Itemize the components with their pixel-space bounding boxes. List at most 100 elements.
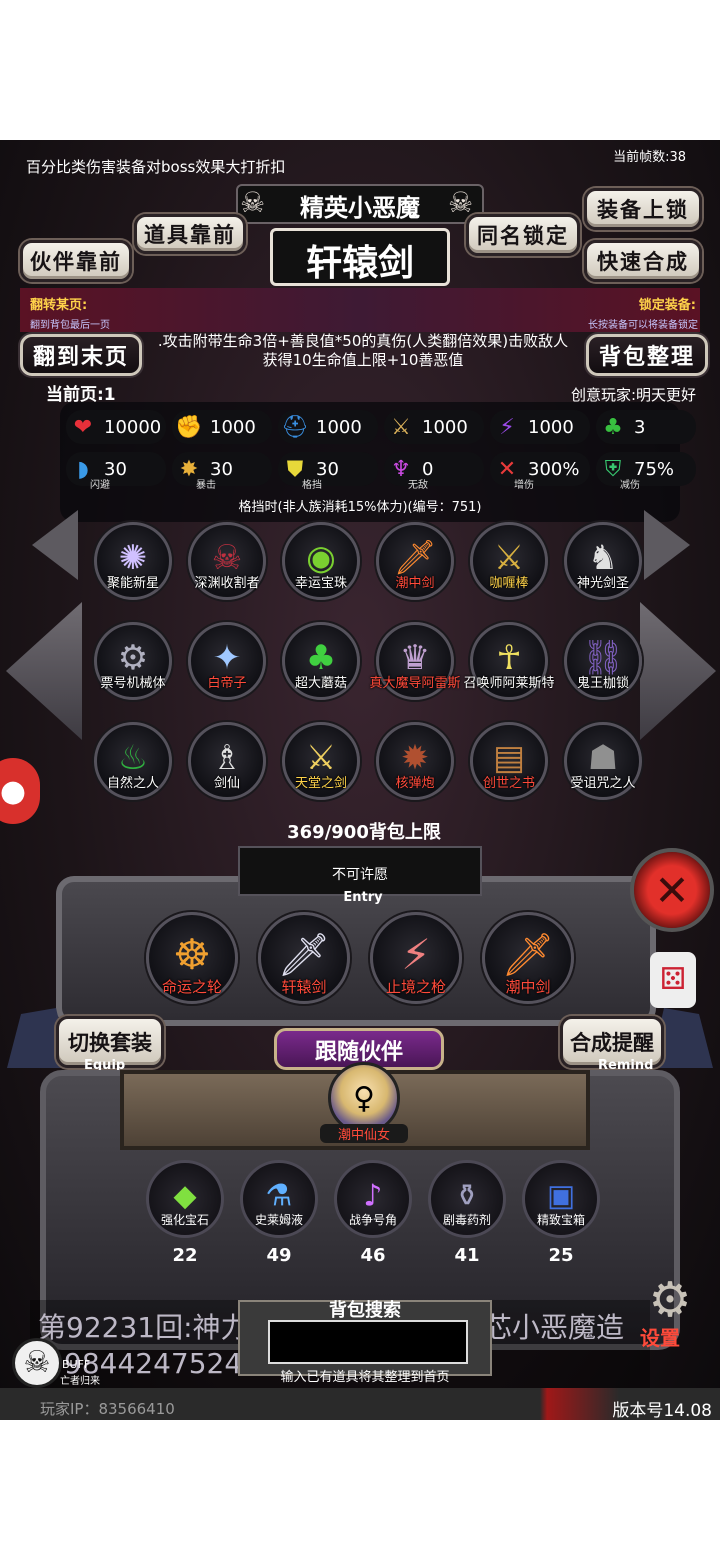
equipped-item[interactable]: ⚡ 止境之枪 — [370, 912, 462, 1004]
stat-sub-label: 闪避 — [90, 480, 110, 491]
gear-icon[interactable]: ⚙ — [640, 1272, 700, 1328]
dice-icon[interactable]: ⚄ — [650, 952, 696, 1008]
item-icon: ⚔ — [305, 738, 337, 779]
prev-small-arrow-icon[interactable] — [32, 510, 78, 580]
equipped-item[interactable]: ☸ 命运之轮 — [146, 912, 238, 1004]
stat-damage-up: ✕ 300% 增伤 — [490, 452, 590, 491]
buff-skull-icon[interactable]: ☠ — [12, 1338, 62, 1388]
stat-clover: ♣ 3 — [596, 410, 696, 444]
item-icon: ☠ — [211, 538, 243, 579]
equipped-item[interactable]: 🗡 潮中剑 — [482, 912, 574, 1004]
consumable-slot[interactable]: ⚗ 史莱姆液 49 — [240, 1160, 318, 1266]
grid-item[interactable]: ♗ 剑仙 — [188, 722, 266, 800]
item-icon: ▤ — [492, 738, 526, 779]
consumable-icon: ⚗ — [265, 1178, 293, 1214]
item-icon: ♨ — [117, 738, 149, 779]
close-button[interactable]: ✕ — [630, 848, 714, 932]
consumable-count: 49 — [266, 1245, 292, 1266]
consumable-count: 25 — [548, 1245, 574, 1266]
equip-lock-button[interactable]: 装备上锁 — [584, 188, 702, 230]
grid-item[interactable]: ✹ 核弹炮 — [376, 722, 454, 800]
stat-sub-label: 无敌 — [408, 480, 428, 491]
equipped-icon: 🗡 — [277, 929, 331, 979]
item-name: 轩辕剑 — [305, 243, 414, 284]
lock-title: 锁定装备: — [638, 298, 696, 313]
grid-item[interactable]: ♨ 自然之人 — [94, 722, 172, 800]
grid-item[interactable]: ◉ 幸运宝珠 — [282, 522, 360, 600]
stat-dodge: ◗ 30 闪避 — [66, 452, 166, 491]
grid-item[interactable]: ☗ 受诅咒之人 — [564, 722, 642, 800]
equipped-item[interactable]: 🗡 轩辕剑 — [258, 912, 350, 1004]
grid-item[interactable]: ♞ 神光剑圣 — [564, 522, 642, 600]
consumable-label: 战争号角 — [348, 1213, 397, 1227]
partner-front-button[interactable]: 伙伴靠前 — [20, 240, 132, 282]
grid-item[interactable]: ♣ 超大蘑菇 — [282, 622, 360, 700]
quick-craft-button[interactable]: 快速合成 — [584, 240, 702, 282]
stat-heart: ❤ 10000 — [66, 410, 166, 444]
skull-left-icon: ☠ — [240, 186, 266, 219]
profile-side-button[interactable]: ● — [0, 758, 40, 824]
grid-item[interactable]: ⛓ 鬼王枷锁 — [564, 622, 642, 700]
item-label: 咖喱棒 — [489, 576, 529, 591]
grid-item[interactable]: ⚙ 票号机械体 — [94, 622, 172, 700]
consumable-label: 精致宝箱 — [536, 1213, 585, 1227]
item-label: 真大魔导阿雷斯 — [369, 676, 461, 691]
grid-item[interactable]: ♛ 真大魔导阿雷斯 — [369, 622, 461, 700]
stat-value: 1000 — [210, 416, 256, 438]
grid-item[interactable]: ✺ 聚能新星 — [94, 522, 172, 600]
bag-search-input[interactable] — [268, 1320, 468, 1364]
item-label: 幸运宝珠 — [294, 576, 347, 591]
item-icon: ♣ — [305, 638, 337, 679]
grid-item[interactable]: 🗡 潮中剑 — [376, 522, 454, 600]
item-icon: ♗ — [211, 738, 243, 779]
sort-bag-button[interactable]: 背包整理 — [586, 334, 708, 376]
settings-label[interactable]: 设置 — [640, 1322, 680, 1351]
stat-value: 75% — [634, 458, 675, 480]
stat-block: ⛊ 30 格挡 — [278, 452, 378, 491]
grid-item[interactable]: ⚔ 咖喱棒 — [470, 522, 548, 600]
flip-desc: 翻到背包最后一页 — [30, 320, 110, 331]
lightning-icon: ⚡ — [499, 414, 515, 440]
buff-label: BUFF — [62, 1358, 91, 1371]
stat-sword: ⚔ 1000 — [384, 410, 484, 444]
grid-item[interactable]: ⚔ 天堂之剑 — [282, 722, 360, 800]
consumable-slot[interactable]: ◆ 强化宝石 22 — [146, 1160, 224, 1266]
grid-item[interactable]: ✦ 白帝子 — [188, 622, 266, 700]
equipped-icon: ☸ — [173, 929, 211, 979]
consumable-slot[interactable]: ▣ 精致宝箱 25 — [522, 1160, 600, 1266]
heart-icon: ❤ — [73, 414, 93, 440]
last-page-button[interactable]: 翻到末页 — [20, 334, 142, 376]
fairy-icon: ♀ — [353, 1080, 375, 1116]
consumable-slot[interactable]: ⚱ 剧毒药剂 41 — [428, 1160, 506, 1266]
grid-item[interactable]: ☠ 深渊收割者 — [188, 522, 266, 600]
consumable-label: 剧毒药剂 — [442, 1213, 491, 1227]
item-icon: ♛ — [399, 638, 431, 679]
consumable-slot[interactable]: ♪ 战争号角 46 — [334, 1160, 412, 1266]
stat-sub-label: 增伤 — [514, 480, 534, 491]
equipped-icon: ⚡ — [401, 929, 431, 979]
grid-item[interactable]: ▤ 创世之书 — [470, 722, 548, 800]
grid-item[interactable]: ☥ 召唤师阿莱斯特 — [463, 622, 555, 700]
item-label: 超大蘑菇 — [294, 676, 347, 691]
item-label: 剑仙 — [213, 776, 240, 791]
same-name-lock-button[interactable]: 同名锁定 — [466, 214, 580, 256]
bag-search-hint: 输入已有道具将其整理到首页 — [280, 1370, 450, 1385]
prev-page-arrow-icon[interactable] — [6, 602, 82, 740]
consumable-icon: ♪ — [363, 1178, 383, 1214]
consumable-icon: ◆ — [173, 1178, 197, 1214]
item-label: 深渊收割者 — [194, 576, 260, 591]
bag-search-title: 背包搜索 — [329, 1300, 401, 1321]
item-icon: ♞ — [587, 538, 619, 579]
item-label: 票号机械体 — [100, 676, 166, 691]
next-page-arrow-icon[interactable] — [640, 602, 716, 740]
buff-sub: 亡者归来 — [60, 1376, 100, 1387]
consumable-icon: ▣ — [546, 1178, 576, 1214]
items-front-button[interactable]: 道具靠前 — [134, 214, 246, 254]
item-icon: 🗡 — [393, 538, 437, 579]
item-label: 核弹炮 — [395, 776, 435, 791]
item-label: 天堂之剑 — [294, 776, 347, 791]
equipped-label: 潮中剑 — [505, 978, 551, 996]
stat-sub-label: 暴击 — [196, 480, 216, 491]
stat-value: 3 — [634, 416, 646, 438]
item-label: 自然之人 — [106, 776, 159, 791]
